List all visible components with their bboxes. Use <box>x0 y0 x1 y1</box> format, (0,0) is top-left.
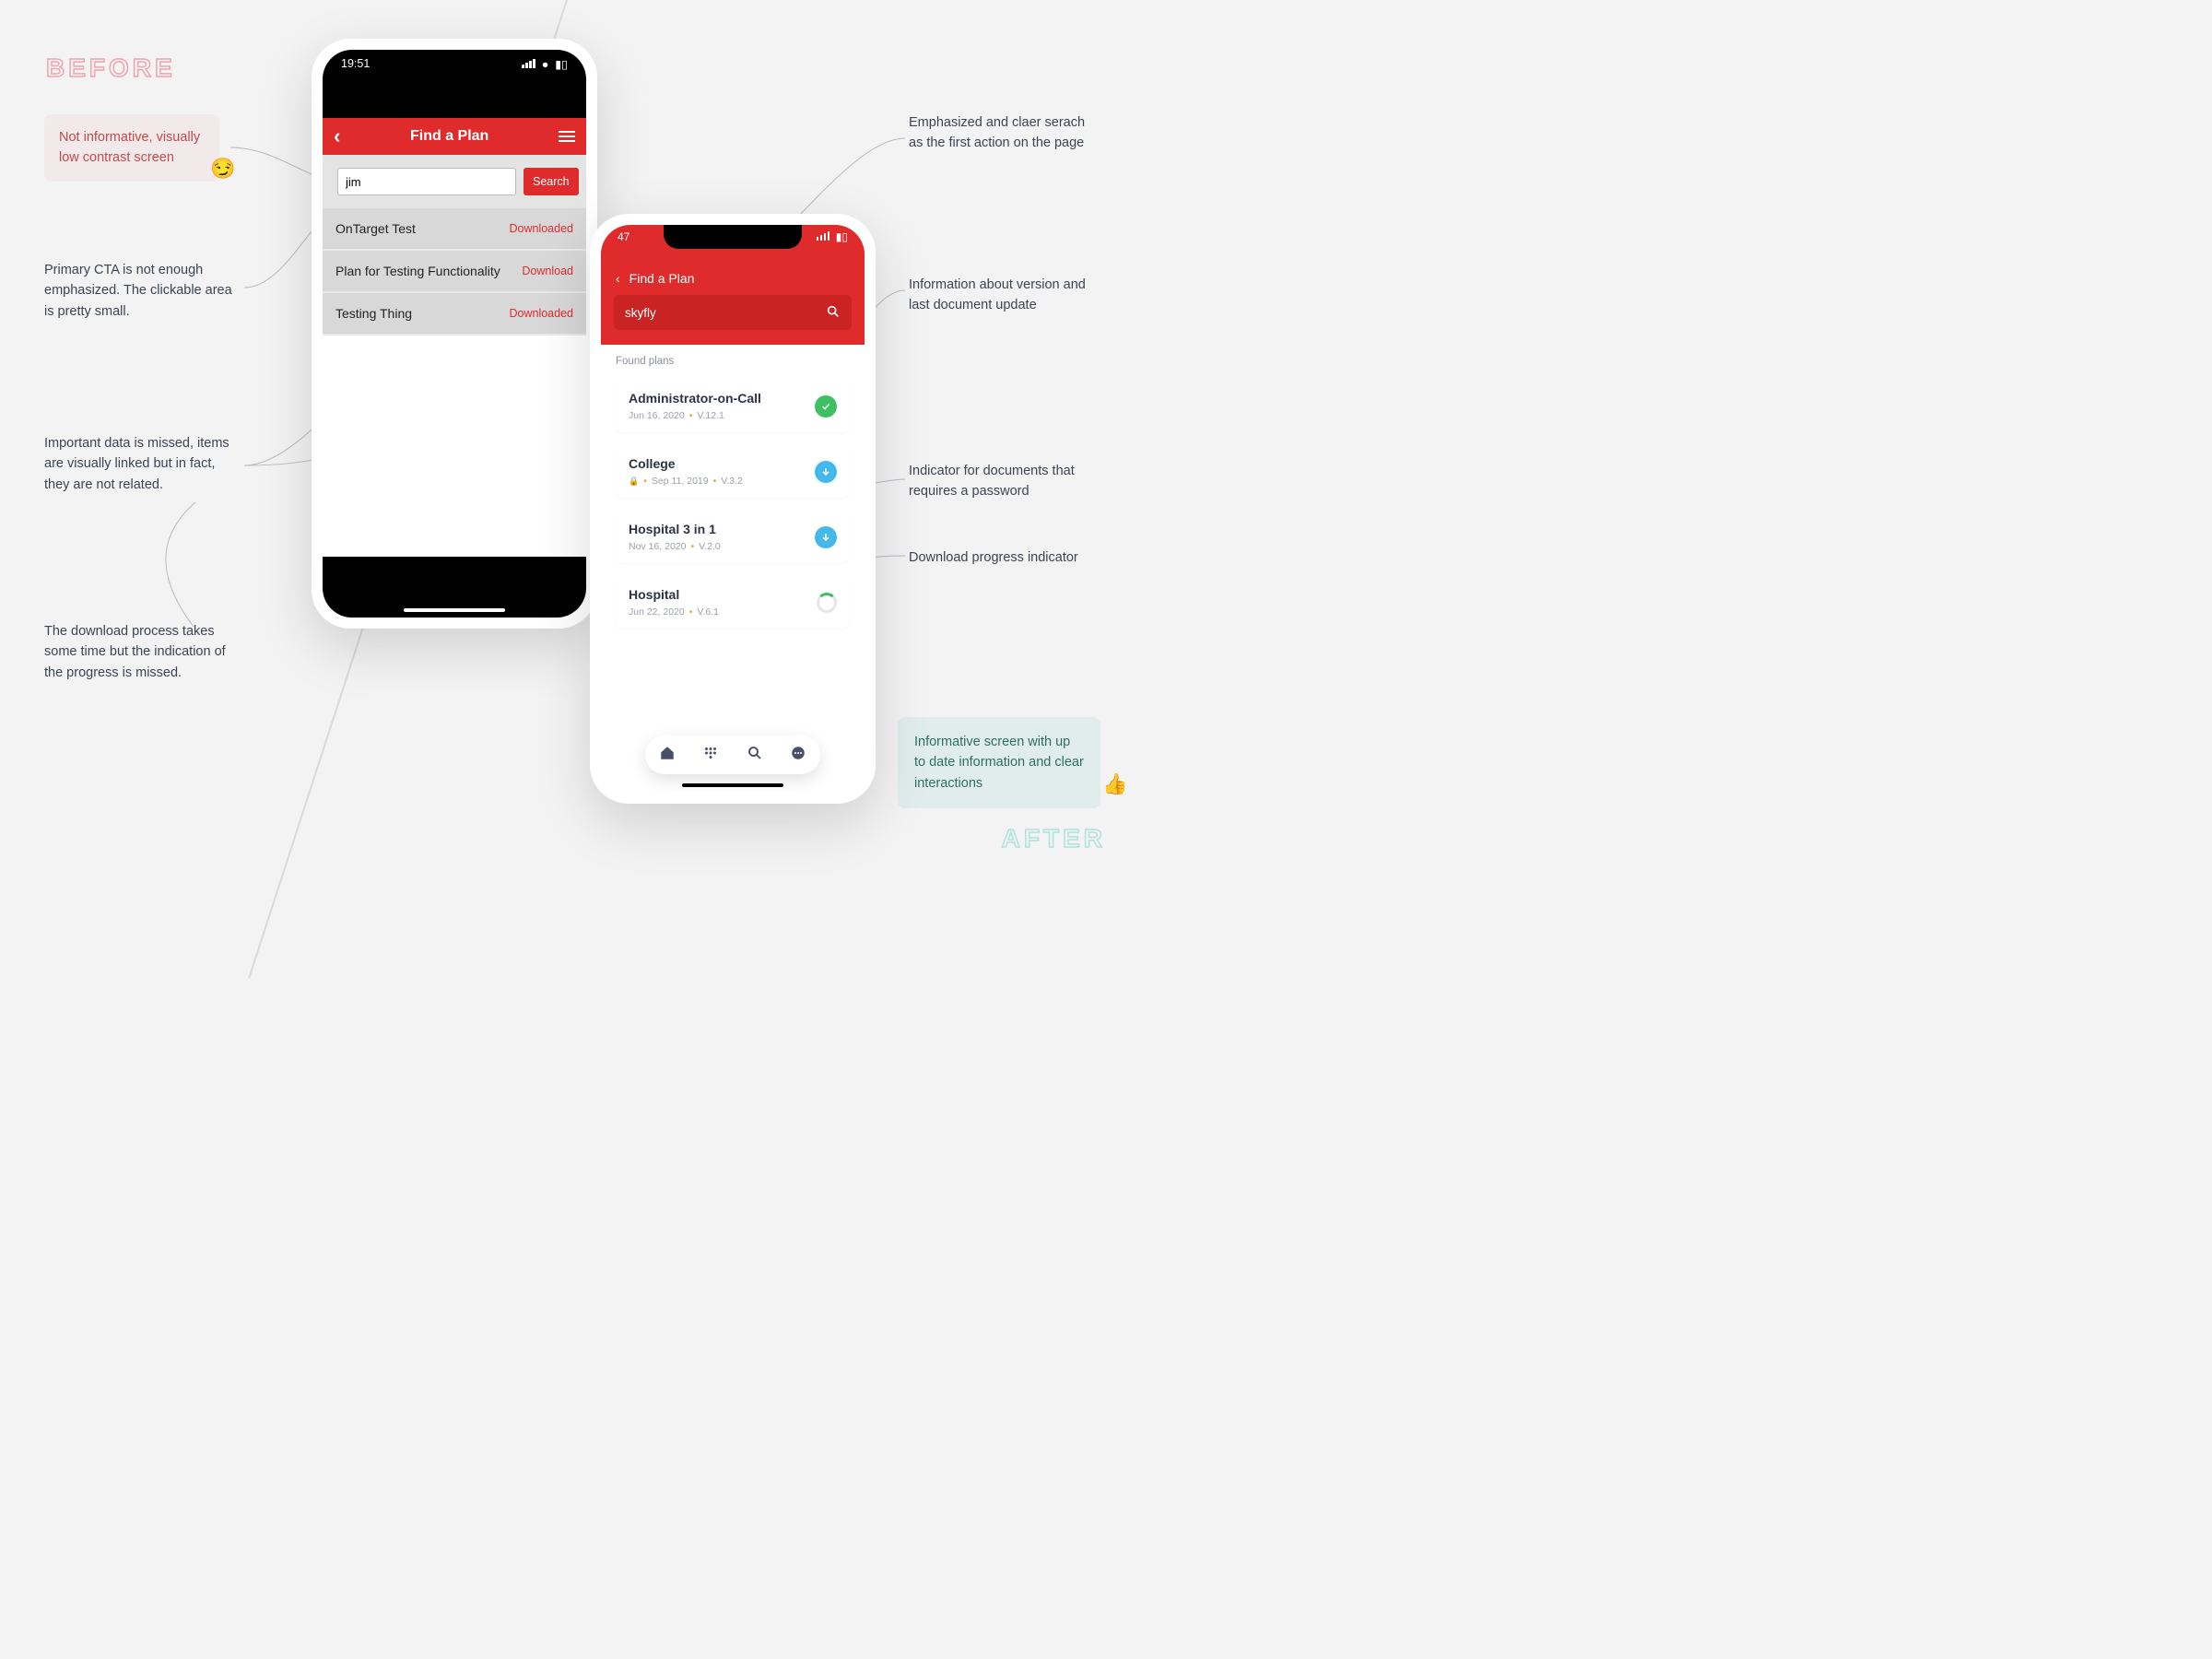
nav-bar: ‹ Find a Plan <box>323 118 586 155</box>
plan-name: Plan for Testing Functionality <box>335 264 500 278</box>
bottom-bar <box>323 557 586 618</box>
back-button[interactable]: ‹ <box>616 271 620 286</box>
phone-before: 19:51 ● ▮▯ ‹ Find a Plan Search OnTarget… <box>312 39 597 629</box>
annotation-low-contrast: Not informative, visually low contrast s… <box>44 114 219 182</box>
home-indicator <box>404 608 505 612</box>
plan-card[interactable]: Administrator-on-Call Jun 16, 2020•V.12.… <box>616 378 850 432</box>
plan-name: College <box>629 456 743 471</box>
plan-name: OnTarget Test <box>335 221 416 236</box>
plan-meta: 🔒 •Sep 11, 2019•V.3.2 <box>629 476 743 487</box>
plan-name: Testing Thing <box>335 306 412 321</box>
annotation-progress: Download progress indicator <box>909 547 1078 568</box>
spinner-icon <box>817 593 837 613</box>
download-icon[interactable] <box>815 461 837 483</box>
nav-title: Find a Plan <box>629 271 695 286</box>
plan-name: Administrator-on-Call <box>629 391 761 406</box>
check-icon <box>815 395 837 418</box>
thumbs-up-emoji-icon: 👍 <box>1102 772 1127 796</box>
search-bar: Search <box>323 155 586 208</box>
search-icon[interactable] <box>747 745 763 766</box>
nav-title: Find a Plan <box>410 128 488 145</box>
download-icon[interactable] <box>815 526 837 548</box>
plan-status[interactable]: Downloaded <box>510 222 574 235</box>
plan-card[interactable]: Hospital 3 in 1 Nov 16, 2020•V.2.0 <box>616 509 850 563</box>
search-icon[interactable] <box>826 304 841 322</box>
battery-icon: ▮▯ <box>836 230 848 243</box>
search-button[interactable]: Search <box>524 168 579 195</box>
notch <box>385 50 524 74</box>
annotation-cta: Primary CTA is not enough emphasized. Th… <box>44 260 238 322</box>
annotation-data-missed: Important data is missed, items are visu… <box>44 433 238 495</box>
plan-card[interactable]: Hospital Jun 22, 2020•V.6.1 <box>616 574 850 629</box>
status-time: 19:51 <box>341 57 370 118</box>
home-icon[interactable] <box>659 745 676 766</box>
plan-meta: Nov 16, 2020•V.2.0 <box>629 541 721 552</box>
list-row[interactable]: Testing Thing Downloaded <box>323 293 586 335</box>
after-label: AFTER <box>1002 824 1106 853</box>
section-heading: Found plans <box>616 356 850 367</box>
cellular-icon <box>522 59 535 68</box>
plan-name: Hospital <box>629 587 719 602</box>
dialpad-icon[interactable] <box>702 745 719 766</box>
annotation-informative: Informative screen with up to date infor… <box>898 717 1100 808</box>
annotation-progress-missed: The download process takes some time but… <box>44 621 238 683</box>
plan-meta: Jun 16, 2020•V.12.1 <box>629 410 761 421</box>
bottom-nav <box>645 735 820 774</box>
search-input[interactable] <box>337 168 516 195</box>
status-icons: ● ▮▯ <box>522 57 568 118</box>
annotation-search: Emphasized and claer serach as the first… <box>909 112 1102 154</box>
phone-after: 47 ▮▯ ‹ Find a Plan Found plans Administ… <box>590 214 876 804</box>
list-row[interactable]: Plan for Testing Functionality Download <box>323 251 586 293</box>
back-button[interactable]: ‹ <box>334 124 340 148</box>
annotation-version: Information about version and last docum… <box>909 275 1102 316</box>
plan-status[interactable]: Download <box>522 265 573 277</box>
search-input[interactable] <box>625 306 826 320</box>
battery-icon: ▮▯ <box>555 58 568 71</box>
plan-status[interactable]: Downloaded <box>510 307 574 320</box>
plan-name: Hospital 3 in 1 <box>629 522 721 536</box>
plan-card[interactable]: College 🔒 •Sep 11, 2019•V.3.2 <box>616 443 850 498</box>
menu-button[interactable] <box>559 128 575 145</box>
status-time: 47 <box>618 230 629 265</box>
nav-bar: ‹ Find a Plan <box>601 265 865 286</box>
before-label: BEFORE <box>46 53 176 83</box>
plan-meta: Jun 22, 2020•V.6.1 <box>629 606 719 618</box>
cellular-icon <box>817 231 830 241</box>
home-indicator <box>682 783 783 787</box>
lock-icon: 🔒 <box>629 477 639 487</box>
search-field[interactable] <box>614 295 852 330</box>
smirk-emoji-icon: 😏 <box>210 157 235 181</box>
annotation-password: Indicator for documents that requires a … <box>909 461 1102 502</box>
more-icon[interactable] <box>790 745 806 766</box>
status-icons: ▮▯ <box>817 230 848 265</box>
notch <box>664 225 802 249</box>
list-row[interactable]: OnTarget Test Downloaded <box>323 208 586 251</box>
